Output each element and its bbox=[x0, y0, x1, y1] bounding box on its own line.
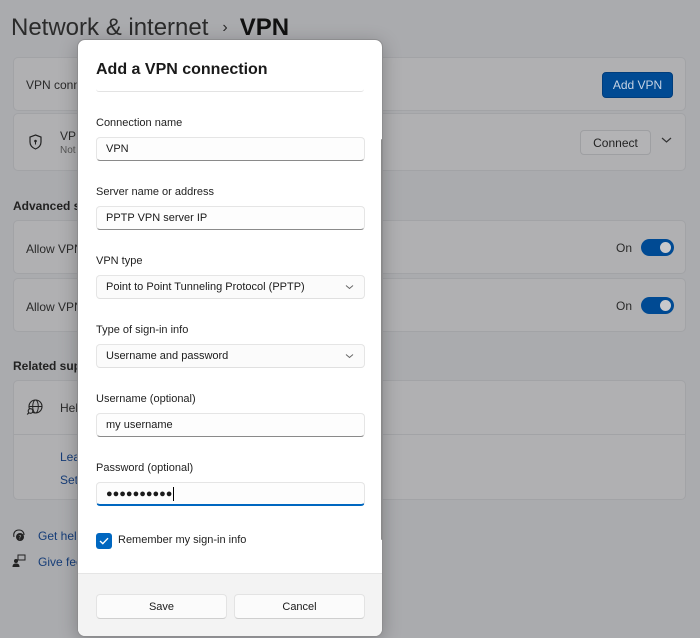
vpn-type-select[interactable]: Point to Point Tunneling Protocol (PPTP) bbox=[96, 275, 365, 299]
signin-type-label: Type of sign-in info bbox=[96, 324, 189, 336]
chevron-down-icon[interactable] bbox=[661, 135, 672, 147]
toggle-knob bbox=[660, 242, 671, 253]
connection-name-value: VPN bbox=[106, 143, 129, 155]
breadcrumb: Network & internet › VPN bbox=[11, 14, 289, 42]
password-value: ●●●●●●●●●● bbox=[106, 487, 173, 500]
dialog-title: Add a VPN connection bbox=[96, 61, 268, 78]
vpn-entry-status: Not bbox=[60, 145, 76, 156]
feedback-icon bbox=[12, 554, 26, 568]
svg-text:?: ? bbox=[18, 535, 21, 542]
remember-signin-checkbox[interactable] bbox=[96, 533, 112, 549]
breadcrumb-parent[interactable]: Network & internet bbox=[11, 14, 208, 41]
username-label: Username (optional) bbox=[96, 393, 196, 405]
advanced-item-label: Allow VPN bbox=[26, 300, 83, 314]
toggle-knob bbox=[660, 300, 671, 311]
allow-vpn-toggle[interactable] bbox=[641, 239, 674, 256]
shield-icon bbox=[27, 134, 43, 150]
vpn-type-label: VPN type bbox=[96, 255, 143, 267]
chevron-down-icon bbox=[345, 351, 354, 361]
add-vpn-button[interactable]: Add VPN bbox=[602, 72, 673, 98]
cancel-button[interactable]: Cancel bbox=[234, 594, 365, 619]
connection-name-input[interactable]: VPN bbox=[96, 137, 365, 161]
chevron-down-icon bbox=[345, 282, 354, 292]
username-input[interactable]: my username bbox=[96, 413, 365, 437]
globe-search-icon bbox=[26, 398, 44, 416]
page-title: VPN bbox=[239, 14, 290, 41]
save-button[interactable]: Save bbox=[96, 594, 227, 619]
signin-type-value: Username and password bbox=[106, 350, 229, 362]
text-cursor bbox=[173, 486, 175, 501]
server-address-input[interactable]: PPTP VPN server IP bbox=[96, 206, 365, 230]
advanced-settings-heading: Advanced se bbox=[13, 199, 88, 213]
toggle-state-label: On bbox=[616, 299, 633, 313]
support-link[interactable]: Set bbox=[60, 473, 78, 487]
help-label[interactable]: Hel bbox=[60, 401, 78, 415]
breadcrumb-separator: › bbox=[222, 19, 228, 36]
username-value: my username bbox=[106, 419, 173, 431]
checkmark-icon bbox=[99, 537, 109, 545]
remember-signin-label[interactable]: Remember my sign-in info bbox=[118, 534, 246, 546]
get-help-icon: ? bbox=[12, 528, 26, 542]
connection-name-label: Connection name bbox=[96, 117, 183, 129]
password-input[interactable]: ●●●●●●●●●● bbox=[96, 482, 365, 506]
password-label: Password (optional) bbox=[96, 462, 194, 474]
vpn-type-value: Point to Point Tunneling Protocol (PPTP) bbox=[106, 281, 305, 293]
give-feedback-link[interactable]: Give fee bbox=[38, 555, 83, 569]
server-label: Server name or address bbox=[96, 186, 214, 198]
allow-vpn-toggle[interactable] bbox=[641, 297, 674, 314]
server-address-value: PPTP VPN server IP bbox=[106, 212, 208, 224]
dialog-footer: Save Cancel bbox=[78, 573, 382, 636]
dialog-scrollbar[interactable] bbox=[381, 139, 382, 540]
signin-type-select[interactable]: Username and password bbox=[96, 344, 365, 368]
title-divider bbox=[96, 89, 364, 92]
toggle-state-label: On bbox=[616, 241, 633, 255]
add-vpn-dialog: Add a VPN connection Connection name VPN… bbox=[77, 39, 383, 637]
connect-button[interactable]: Connect bbox=[580, 130, 651, 155]
advanced-item-label: Allow VPN bbox=[26, 242, 83, 256]
